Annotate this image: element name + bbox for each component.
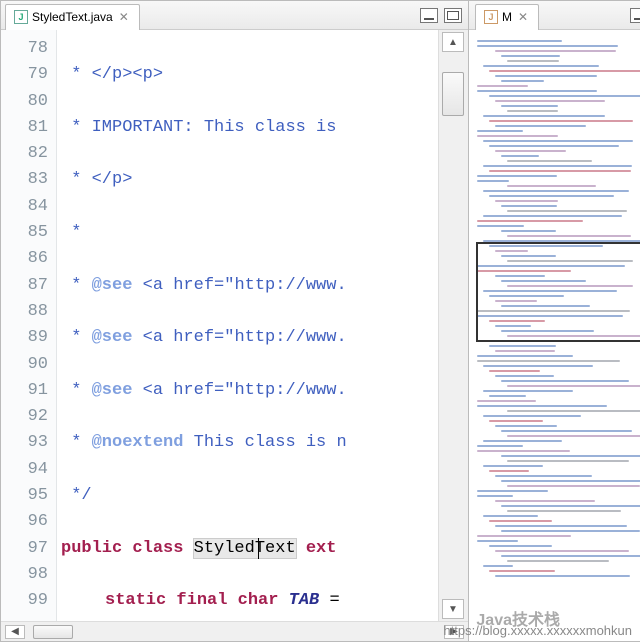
line-number: 78 [1, 36, 48, 62]
maximize-button[interactable] [444, 8, 462, 23]
minimap-tabbar-controls [630, 8, 640, 23]
line-number: 81 [1, 115, 48, 141]
editor-panel: StyledText.java ✕ 78 79 80 81 82 83 84 8… [1, 1, 469, 641]
minimap-tabbar: M ✕ [469, 1, 640, 30]
vertical-scroll-thumb[interactable] [442, 72, 464, 116]
horizontal-scrollbar[interactable]: ◀ ▶ [1, 621, 468, 641]
ide-workspace: StyledText.java ✕ 78 79 80 81 82 83 84 8… [0, 0, 640, 642]
minimap-viewport[interactable] [476, 242, 640, 342]
line-number: 97 [1, 536, 48, 562]
horizontal-scroll-track[interactable] [29, 625, 440, 639]
minimize-button[interactable] [630, 8, 640, 23]
line-number: 83 [1, 167, 48, 193]
line-number: 89 [1, 325, 48, 351]
horizontal-scroll-thumb[interactable] [33, 625, 73, 639]
editor-tabbar-controls [420, 8, 468, 23]
class-name-highlight: StyledText [194, 539, 296, 558]
line-number-gutter: 78 79 80 81 82 83 84 85 86 87 88 89 90 9… [1, 30, 57, 621]
line-number: 86 [1, 246, 48, 272]
scroll-up-icon[interactable]: ▲ [442, 32, 464, 52]
line-number: 90 [1, 352, 48, 378]
editor-tab-styledtext[interactable]: StyledText.java ✕ [5, 4, 140, 30]
minimap-file-icon [484, 10, 498, 24]
line-number: 93 [1, 430, 48, 456]
minimap-canvas[interactable] [469, 30, 640, 641]
line-number: 91 [1, 378, 48, 404]
scroll-right-icon[interactable]: ▶ [444, 625, 464, 639]
vertical-scrollbar[interactable]: ▲ ▼ [438, 30, 468, 621]
close-icon[interactable]: ✕ [516, 10, 530, 24]
line-number: 95 [1, 483, 48, 509]
line-number: 82 [1, 141, 48, 167]
minimap-tab-label: M [502, 10, 512, 24]
line-number: 92 [1, 404, 48, 430]
line-number: 88 [1, 299, 48, 325]
line-number: 79 [1, 62, 48, 88]
line-number: 98 [1, 562, 48, 588]
minimap-panel: M ✕ [469, 1, 640, 641]
overview-ruler[interactable] [425, 30, 438, 621]
line-number: 99 [1, 588, 48, 614]
line-number: 94 [1, 457, 48, 483]
editor-tabbar: StyledText.java ✕ [1, 1, 468, 30]
editor-tab-label: StyledText.java [32, 10, 113, 24]
line-number: 87 [1, 273, 48, 299]
minimize-button[interactable] [420, 8, 438, 23]
line-number: 84 [1, 194, 48, 220]
java-file-icon [14, 10, 28, 24]
minimap-tab[interactable]: M ✕ [475, 4, 539, 30]
line-number: 96 [1, 509, 48, 535]
code-area[interactable]: * </p><p> * IMPORTANT: This class is * <… [57, 30, 425, 621]
close-icon[interactable]: ✕ [117, 10, 131, 24]
editor-body: 78 79 80 81 82 83 84 85 86 87 88 89 90 9… [1, 30, 468, 621]
line-number: 80 [1, 89, 48, 115]
line-number: 85 [1, 220, 48, 246]
scroll-left-icon[interactable]: ◀ [5, 625, 25, 639]
scroll-down-icon[interactable]: ▼ [442, 599, 464, 619]
